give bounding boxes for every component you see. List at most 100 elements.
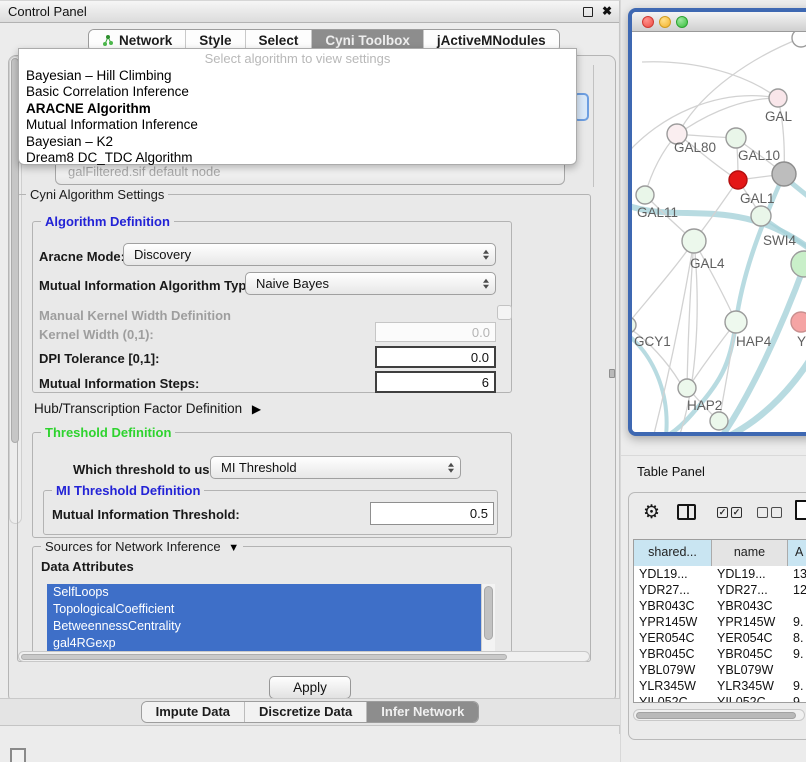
table-row[interactable]: YIL052CYIL052C9 [634, 694, 806, 703]
node-label: GAL4 [690, 256, 725, 271]
network-node-gal[interactable] [769, 89, 787, 107]
node-label: GAL10 [738, 148, 780, 163]
mi-threshold-input[interactable] [370, 502, 494, 525]
network-window-titlebar[interactable] [632, 12, 806, 32]
table-cell: YBR043C [634, 598, 712, 614]
dpi-tolerance-input[interactable] [375, 346, 496, 368]
table-cell: 13 [788, 566, 806, 582]
tab-label: Network [119, 33, 172, 48]
sources-expander[interactable]: Sources for Network Inference ▼ [41, 539, 243, 554]
manual-kernel-width-label: Manual Kernel Width Definition [39, 308, 231, 323]
tab-impute-data[interactable]: Impute Data [142, 702, 245, 722]
network-node-node-top-partial[interactable] [792, 32, 806, 47]
apply-button[interactable]: Apply [269, 676, 351, 699]
algorithm-option-dream8-dc-tdc-algorithm[interactable]: Dream8 DC_TDC Algorithm [19, 150, 576, 166]
checked-checkbox-icon[interactable]: ✓ [717, 507, 728, 518]
tab-discretize-data[interactable]: Discretize Data [245, 702, 367, 722]
attribute-topologicalcoefficient[interactable]: TopologicalCoefficient [47, 601, 481, 618]
aracne-mode-select[interactable]: Discovery [123, 243, 496, 266]
network-node-hap4[interactable] [725, 311, 747, 333]
algorithm-option-bayesian-hill-climbing[interactable]: Bayesian – Hill Climbing [19, 68, 576, 84]
network-node-node-gray[interactable] [772, 162, 796, 186]
algorithm-option-mutual-information-inference[interactable]: Mutual Information Inference [19, 117, 576, 133]
algorithm-definition-group: Algorithm Definition Aracne Mode: Discov… [32, 221, 512, 393]
table-horizontal-scrollbar-thumb[interactable] [636, 712, 796, 719]
group-title: Threshold Definition [41, 425, 175, 440]
node-label: HAP2 [687, 398, 722, 413]
node-label: GCY1 [634, 334, 671, 349]
table-body: YDL19...YDL19...13YDR27...YDR27...12YBR0… [634, 566, 806, 703]
control-panel-window: Control Panel ✖ NetworkStyleSelectCyni T… [0, 0, 620, 734]
node-attribute-table: shared...nameA YDL19...YDL19...13YDR27..… [633, 539, 806, 703]
network-icon [102, 34, 114, 47]
table-cell: YDR27... [712, 582, 788, 598]
table-cell: YPR145W [712, 614, 788, 630]
table-row[interactable]: YBL079WYBL079W [634, 662, 806, 678]
split-columns-icon[interactable] [677, 504, 696, 520]
network-node-hap2[interactable] [678, 379, 696, 397]
network-node-node-bottom-partial[interactable] [710, 412, 728, 430]
checked-checkbox-icon[interactable]: ✓ [731, 507, 742, 518]
settings-horizontal-scrollbar-thumb[interactable] [21, 654, 507, 660]
unchecked-checkbox-icon[interactable] [757, 507, 768, 518]
mi-algorithm-type-select[interactable]: Naive Bayes [245, 272, 496, 295]
mi-threshold-definition-group: MI Threshold Definition Mutual Informati… [43, 490, 498, 535]
list-scrollbar-thumb[interactable] [484, 586, 493, 640]
column-header-shared[interactable]: shared... [634, 540, 712, 566]
table-row[interactable]: YDL19...YDL19...13 [634, 566, 806, 582]
minimize-traffic-light-icon[interactable] [659, 16, 671, 28]
column-header-name[interactable]: name [712, 540, 788, 566]
table-row[interactable]: YER054CYER054C8. [634, 630, 806, 646]
network-node-gal4[interactable] [682, 229, 706, 253]
network-canvas[interactable]: GALGAL80GAL10GAL1GAL11SWI4GAL4GCY1HAP4YH… [632, 32, 806, 432]
network-node-gcy1[interactable] [632, 317, 636, 333]
table-row[interactable]: YBR043CYBR043C [634, 598, 806, 614]
node-label: SWI4 [763, 233, 796, 248]
attribute-selfloops[interactable]: SelfLoops [47, 584, 481, 601]
table-row[interactable]: YPR145WYPR145W9. [634, 614, 806, 630]
algorithm-option-basic-correlation-inference[interactable]: Basic Correlation Inference [19, 84, 576, 100]
attribute-betweennesscentrality[interactable]: BetweennessCentrality [47, 618, 481, 635]
algorithm-option-bayesian-k2[interactable]: Bayesian – K2 [19, 134, 576, 150]
close-traffic-light-icon[interactable] [642, 16, 654, 28]
table-row[interactable]: YDR27...YDR27...12 [634, 582, 806, 598]
zoom-traffic-light-icon[interactable] [676, 16, 688, 28]
algorithm-option-aracne-algorithm[interactable]: ARACNE Algorithm [19, 101, 576, 117]
group-title: Algorithm Definition [41, 214, 174, 229]
network-node-swi4[interactable] [751, 206, 771, 226]
close-icon[interactable]: ✖ [602, 4, 612, 18]
mi-steps-label: Mutual Information Steps: [39, 376, 199, 391]
data-attributes-list[interactable]: SelfLoopsTopologicalCoefficientBetweenne… [47, 584, 495, 654]
hub-definition-expander[interactable]: Hub/Transcription Factor Definition ▶ [34, 401, 261, 416]
unchecked-checkbox-icon[interactable] [771, 507, 782, 518]
tab-label: jActiveMNodules [437, 33, 546, 48]
float-window-icon[interactable] [583, 7, 593, 17]
tab-infer-network[interactable]: Infer Network [367, 702, 478, 722]
table-cell: YLR345W [634, 678, 712, 694]
column-header-a[interactable]: A [788, 540, 806, 566]
network-node-gal10[interactable] [726, 128, 746, 148]
algorithm-dropdown-list: Select algorithm to view settings Bayesi… [18, 48, 577, 165]
which-threshold-label: Which threshold to use: [73, 462, 221, 477]
list-scrollbar [481, 584, 495, 654]
attribute-gal4rgexp[interactable]: gal4RGexp [47, 635, 481, 652]
network-node-y[interactable] [791, 312, 806, 332]
network-node-gal11[interactable] [636, 186, 654, 204]
manual-kernel-width-checkbox[interactable] [497, 305, 512, 320]
table-row[interactable]: YBR045CYBR045C9. [634, 646, 806, 662]
table-cell: YDL19... [712, 566, 788, 582]
stepper-arrows-icon [483, 248, 489, 261]
table-row[interactable]: YLR345WYLR345W9. [634, 678, 806, 694]
kernel-width-input[interactable] [375, 322, 496, 342]
aracne-mode-label: Aracne Mode: [39, 249, 125, 264]
network-node-gal1[interactable] [729, 171, 747, 189]
cyni-algorithm-settings-group: Cyni Algorithm Settings Algorithm Defini… [17, 194, 591, 662]
network-node-node-green-right[interactable] [791, 251, 806, 277]
settings-gear-icon[interactable]: ⚙ [643, 501, 660, 524]
table-toolbar: ⚙ ✓ ✓ [629, 493, 806, 535]
panel-splitter-grip[interactable] [609, 369, 615, 378]
document-icon[interactable] [795, 500, 806, 520]
which-threshold-select[interactable]: MI Threshold [210, 456, 461, 479]
collapse-right-icon: ▶ [252, 402, 261, 416]
mi-steps-input[interactable] [375, 371, 496, 393]
